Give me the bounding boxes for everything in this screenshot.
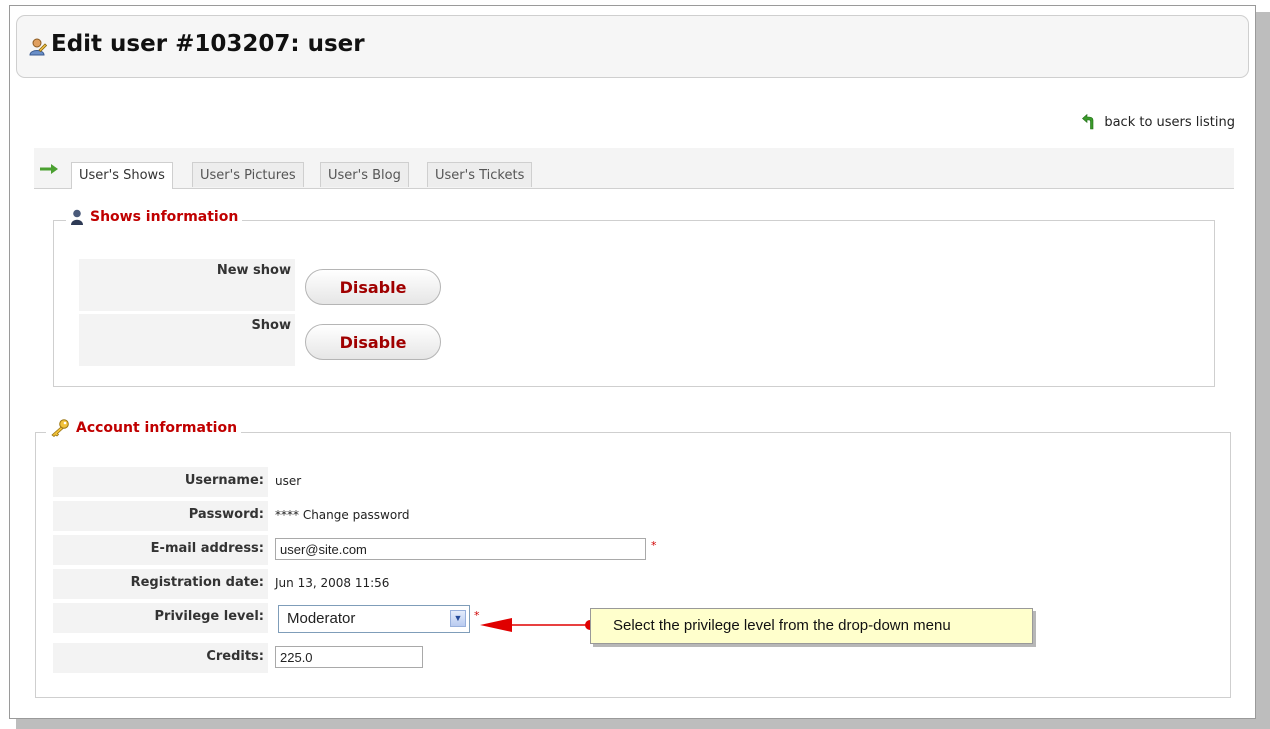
annotation-arrow <box>480 618 595 632</box>
registration-date-value: Jun 13, 2008 11:56 <box>275 576 390 590</box>
show-disable-button[interactable]: Disable <box>305 324 441 360</box>
show-setting-row: New show Disable <box>79 259 1199 311</box>
user-silhouette-icon <box>71 209 83 225</box>
credits-label: Credits: <box>53 643 268 673</box>
new-show-label: New show <box>79 259 295 311</box>
back-to-users-link[interactable]: back to users listing <box>1082 114 1235 130</box>
credits-field[interactable]: 225.0 <box>275 646 423 668</box>
tab-users-pictures[interactable]: User's Pictures <box>192 162 304 187</box>
green-arrow-icon <box>40 164 58 174</box>
chevron-down-icon[interactable]: ▼ <box>450 610 466 627</box>
shows-information-title: Shows information <box>90 209 239 225</box>
username-label: Username: <box>53 467 268 497</box>
account-information-section: Account information Username: user Passw… <box>35 419 1231 698</box>
back-link-label: back to users listing <box>1104 114 1235 130</box>
email-field[interactable]: user@site.com <box>275 538 646 560</box>
shows-information-legend: Shows information <box>66 209 243 225</box>
shows-information-section: Shows information New show Disable Show … <box>53 209 1215 387</box>
show-setting-row: Show Disable <box>79 314 1199 366</box>
email-label: E-mail address: <box>53 535 268 565</box>
user-edit-icon <box>29 38 47 56</box>
tab-users-shows[interactable]: User's Shows <box>71 162 173 189</box>
tab-bar: User's Shows User's Pictures User's Blog… <box>34 148 1234 189</box>
username-value: user <box>275 474 302 488</box>
account-information-title: Account information <box>76 420 238 436</box>
change-password-link[interactable]: **** Change password <box>275 508 410 522</box>
annotation-callout: Select the privilege level from the drop… <box>590 608 1033 644</box>
new-show-disable-button[interactable]: Disable <box>305 269 441 305</box>
key-icon <box>51 419 69 437</box>
email-row: E-mail address: user@site.com * <box>53 535 753 565</box>
password-label: Password: <box>53 501 268 531</box>
tab-users-tickets[interactable]: User's Tickets <box>427 162 533 187</box>
title-bar: Edit user #103207: user <box>16 15 1249 78</box>
required-marker: * <box>651 539 657 552</box>
back-arrow-icon <box>1082 114 1094 130</box>
account-information-legend: Account information <box>46 419 242 437</box>
show-label: Show <box>79 314 295 366</box>
page-title: Edit user #103207: user <box>51 31 365 57</box>
privilege-level-label: Privilege level: <box>53 603 268 633</box>
registration-date-label: Registration date: <box>53 569 268 599</box>
privilege-level-select[interactable]: Moderator ▼ <box>278 605 470 633</box>
tab-users-blog[interactable]: User's Blog <box>320 162 409 187</box>
privilege-level-value: Moderator <box>287 610 356 627</box>
